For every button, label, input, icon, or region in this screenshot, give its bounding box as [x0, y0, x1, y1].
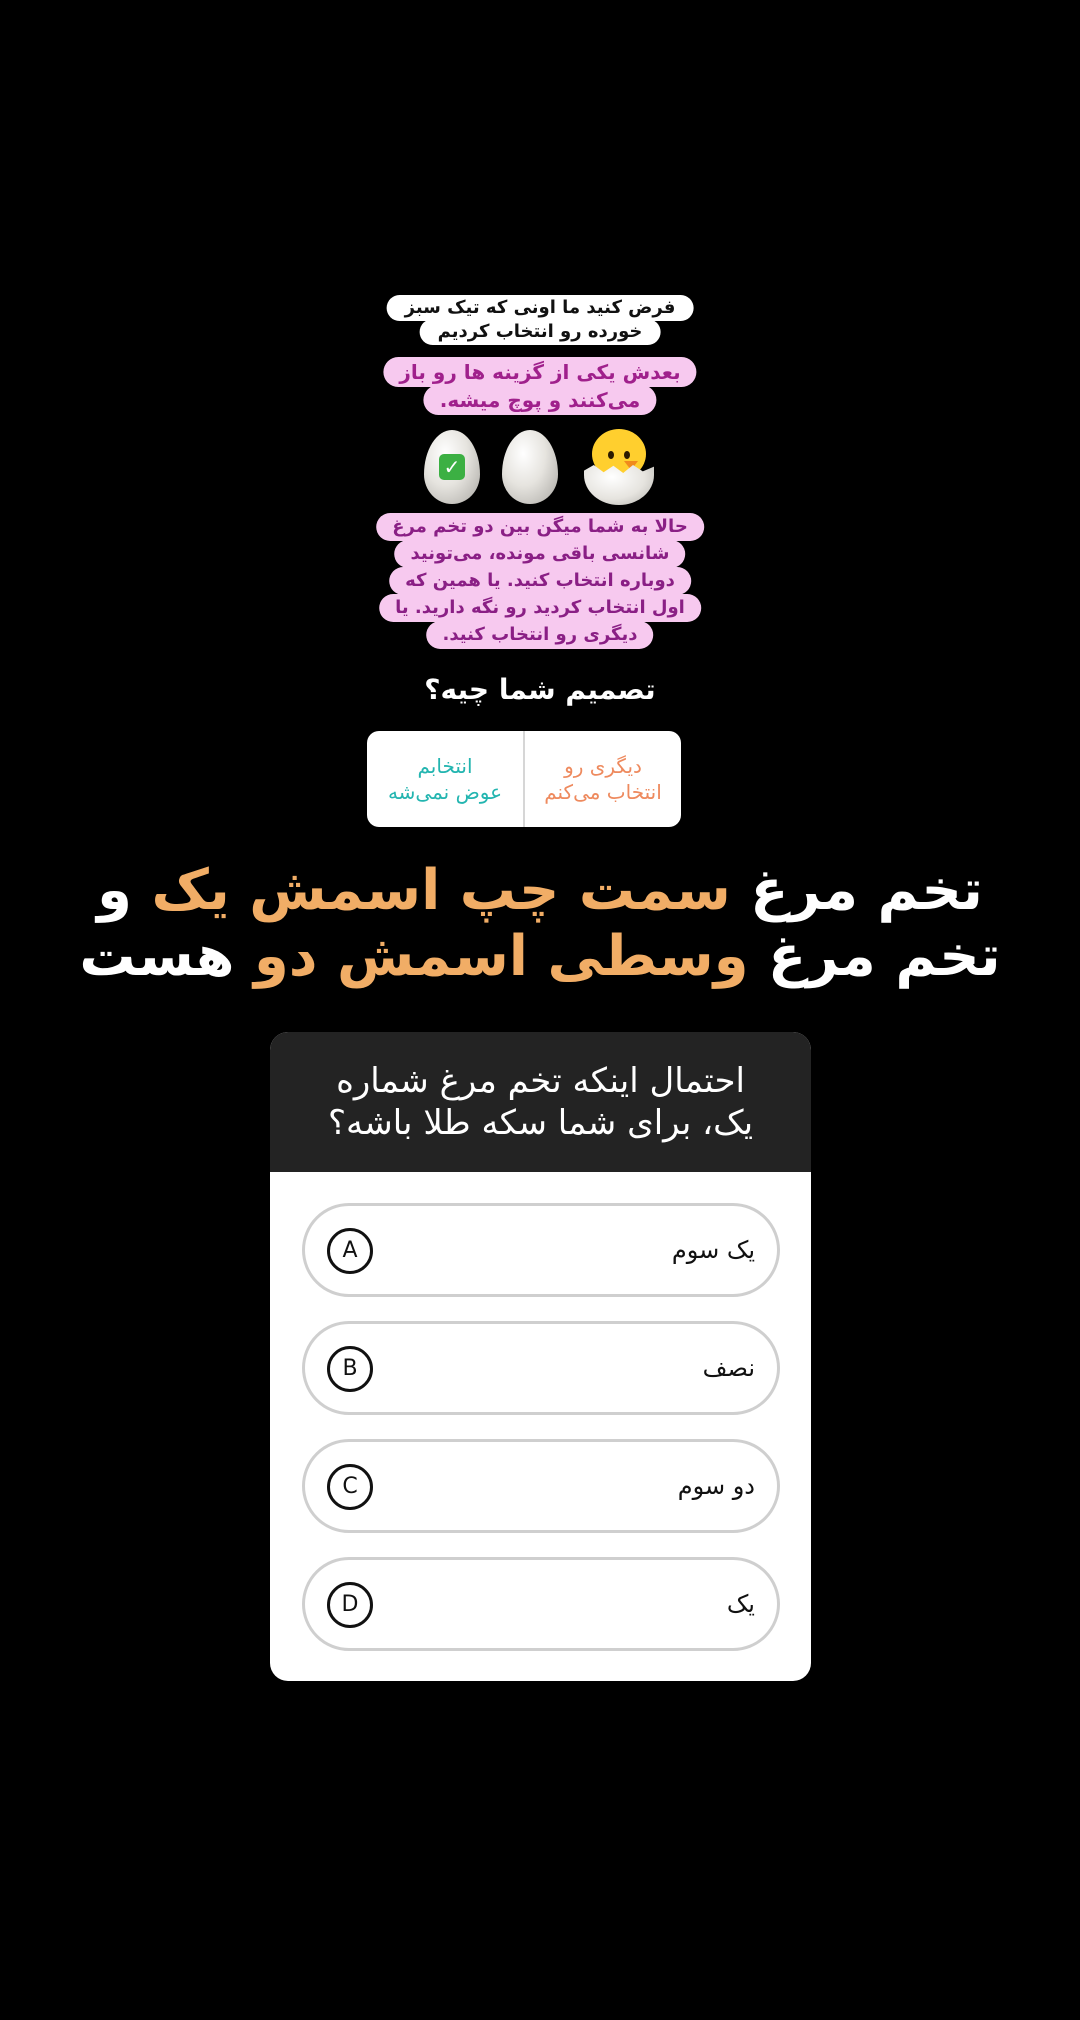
headline-highlight: وسطی اسمش دو: [253, 924, 749, 989]
answer-letter-badge: A: [327, 1228, 373, 1274]
headline-segment: تخم مرغ: [748, 924, 1001, 989]
intro-bubble: فرض کنید ما اونی که تیک سبز خورده رو انت…: [386, 295, 694, 345]
answer-letter-badge: B: [327, 1346, 373, 1392]
headline-segment: هست: [79, 924, 254, 989]
headline-line-2: تخم مرغ وسطی اسمش دو هست: [0, 924, 1080, 990]
answer-text: دو سوم: [677, 1472, 755, 1500]
quiz-title: احتمال اینکه تخم مرغ شماره یک، برای شما …: [270, 1032, 811, 1172]
reveal-line: می‌کنند و پوچ میشه.: [423, 385, 657, 415]
answer-text: نصف: [702, 1354, 755, 1382]
intro-line: فرض کنید ما اونی که تیک سبز: [386, 295, 694, 321]
poll-option-switch-line: دیگری رو: [564, 754, 642, 778]
reveal-bubble: بعدش یکی از گزینه ها رو باز می‌کنند و پو…: [383, 357, 697, 415]
headline-line-1: تخم مرغ سمت چپ اسمش یک و: [0, 858, 1080, 924]
hatching-chick-icon: [580, 425, 658, 505]
quiz-answer-a[interactable]: A یک سوم: [302, 1203, 780, 1297]
answer-letter-badge: D: [327, 1582, 373, 1628]
quiz-answer-b[interactable]: B نصف: [302, 1321, 780, 1415]
answer-text: یک: [726, 1590, 755, 1618]
quiz-answer-d[interactable]: D یک: [302, 1557, 780, 1651]
quiz-title-line: احتمال اینکه تخم مرغ شماره: [336, 1061, 745, 1101]
answer-text: یک سوم: [671, 1236, 755, 1264]
offer-bubble: حالا به شما میگن بین دو تخم مرغ شانسی با…: [376, 513, 704, 649]
poll-sticker: انتخابم عوض نمی‌شه دیگری رو انتخاب می‌کن…: [367, 731, 681, 827]
quiz-title-line: یک، برای شما سکه طلا باشه؟: [327, 1103, 754, 1143]
decision-question: تصمیم شما چیه؟: [424, 673, 656, 706]
answer-letter-badge: C: [327, 1464, 373, 1510]
offer-line: حالا به شما میگن بین دو تخم مرغ: [376, 513, 704, 541]
intro-line: خورده رو انتخاب کردیم: [419, 319, 661, 345]
check-icon: ✓: [439, 454, 465, 480]
quiz-answer-c[interactable]: C دو سوم: [302, 1439, 780, 1533]
poll-option-switch[interactable]: دیگری رو انتخاب می‌کنم: [525, 731, 681, 827]
headline-segment: تخم مرغ: [730, 858, 983, 923]
reveal-line: بعدش یکی از گزینه ها رو باز: [383, 357, 697, 387]
headline-highlight: سمت چپ اسمش یک: [151, 858, 731, 923]
headline: تخم مرغ سمت چپ اسمش یک و تخم مرغ وسطی اس…: [0, 858, 1080, 990]
offer-line: اول انتخاب کردید رو نگه دارید. یا: [379, 594, 701, 622]
poll-option-keep-line: انتخابم: [417, 754, 473, 778]
offer-line: دیگری رو انتخاب کنید.: [426, 621, 654, 649]
poll-option-switch-line: انتخاب می‌کنم: [544, 780, 662, 804]
egg-icon: [502, 430, 558, 504]
headline-segment: و: [97, 858, 152, 923]
offer-line: شانسی باقی مونده، می‌تونید: [394, 540, 686, 568]
poll-option-keep[interactable]: انتخابم عوض نمی‌شه: [367, 731, 523, 827]
egg-checked-icon: ✓: [424, 430, 480, 504]
quiz-sticker: احتمال اینکه تخم مرغ شماره یک، برای شما …: [270, 1032, 811, 1681]
offer-line: دوباره انتخاب کنید. یا همین که: [389, 567, 691, 595]
poll-option-keep-line: عوض نمی‌شه: [387, 780, 503, 804]
eggs-row: ✓: [420, 425, 660, 505]
